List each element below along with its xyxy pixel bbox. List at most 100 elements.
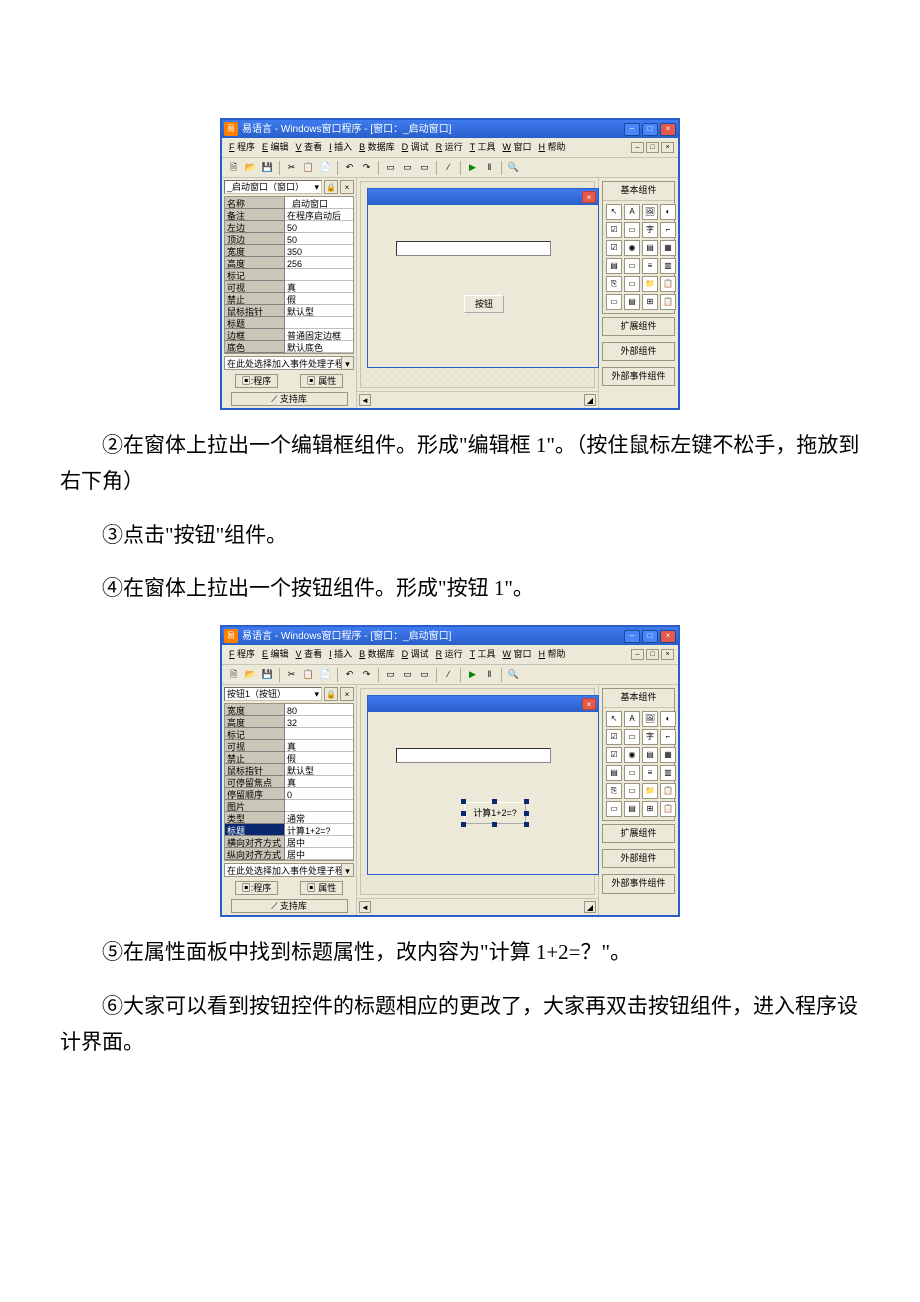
form-designer[interactable]: × 按钮 ◄ ◢ — [357, 178, 598, 408]
palette-item[interactable]: ▦ — [660, 747, 676, 763]
menu-item[interactable]: T 工具 — [467, 140, 499, 155]
design-form-window[interactable]: × 计算1+2=? — [367, 695, 599, 875]
property-row[interactable]: 类型通常 — [225, 812, 353, 824]
form-close-button[interactable]: × — [582, 191, 596, 203]
palette-item[interactable]: A — [624, 204, 640, 220]
program-tab-button[interactable]: ▣:程序 — [235, 374, 279, 388]
palette-item[interactable]: ≡ — [642, 765, 658, 781]
form1-icon[interactable]: ▭ — [383, 667, 398, 682]
close-panel-button[interactable]: × — [340, 687, 354, 701]
property-row[interactable]: 纵向对齐方式居中 — [225, 848, 353, 860]
palette-item[interactable]: ▦ — [660, 240, 676, 256]
pause-icon[interactable]: ‖ — [482, 667, 497, 682]
property-row[interactable]: 顶边50 — [225, 233, 353, 245]
palette-item[interactable]: ⌐ — [660, 222, 676, 238]
menu-item[interactable]: W 窗口 — [500, 647, 535, 662]
palette-item[interactable]: ≡ — [642, 258, 658, 274]
property-row[interactable]: 图片 — [225, 800, 353, 812]
property-value[interactable]: _启动窗口 — [285, 197, 353, 209]
palette-item[interactable]: ◐ — [660, 711, 676, 727]
property-value[interactable] — [285, 317, 353, 329]
palette-item[interactable]: ⎘ — [606, 783, 622, 799]
mdi-minimize-button[interactable]: – — [631, 142, 644, 153]
palette-header-external-events[interactable]: 外部事件组件 — [602, 874, 675, 893]
palette-item[interactable]: ◉ — [624, 747, 640, 763]
event-combo[interactable]: 在此处选择加入事件处理子程 ▾ — [224, 863, 354, 877]
property-value[interactable]: 50 — [285, 221, 353, 233]
copy-icon[interactable]: 📋 — [301, 160, 316, 175]
property-value[interactable]: 普通固定边框 — [285, 329, 353, 341]
find-icon[interactable]: 🔍 — [506, 160, 521, 175]
property-value[interactable]: 真 — [285, 281, 353, 293]
redo-icon[interactable]: ↷ — [359, 667, 374, 682]
menu-item[interactable]: V 查看 — [293, 140, 326, 155]
property-row[interactable]: 禁止假 — [225, 752, 353, 764]
program-tab-button[interactable]: ▣:程序 — [235, 881, 279, 895]
property-row[interactable]: 可视真 — [225, 740, 353, 752]
minimize-button[interactable]: – — [624, 630, 640, 643]
menu-item[interactable]: V 查看 — [293, 647, 326, 662]
menu-item[interactable]: E 编辑 — [259, 647, 292, 662]
close-button[interactable]: × — [660, 630, 676, 643]
lock-button[interactable]: 🔒 — [324, 180, 338, 194]
button1-control[interactable]: 按钮 — [464, 295, 504, 313]
menu-item[interactable]: F 程序 — [226, 140, 258, 155]
menu-item[interactable]: R 运行 — [433, 647, 466, 662]
property-value[interactable]: 通常 — [285, 812, 353, 824]
menu-item[interactable]: R 运行 — [433, 140, 466, 155]
scroll-corner-icon[interactable]: ◢ — [584, 901, 596, 913]
property-value[interactable]: 假 — [285, 752, 353, 764]
new-icon[interactable]: 🗎 — [226, 667, 241, 682]
palette-header-external[interactable]: 外部组件 — [602, 849, 675, 868]
new-icon[interactable]: 🗎 — [226, 160, 241, 175]
property-value[interactable]: 默认型 — [285, 764, 353, 776]
palette-item[interactable]: ⊞ — [642, 801, 658, 817]
menu-item[interactable]: B 数据库 — [356, 647, 398, 662]
palette-item[interactable]: ⌐ — [660, 729, 676, 745]
form-close-button[interactable]: × — [582, 698, 596, 710]
palette-item[interactable]: ▭ — [624, 222, 640, 238]
property-row[interactable]: 高度256 — [225, 257, 353, 269]
property-value[interactable]: 真 — [285, 776, 353, 788]
property-value[interactable] — [285, 269, 353, 281]
property-row[interactable]: 横向对齐方式居中 — [225, 836, 353, 848]
property-row[interactable]: 左边50 — [225, 221, 353, 233]
form3-icon[interactable]: ▭ — [417, 667, 432, 682]
property-value[interactable]: 默认底色 — [285, 341, 353, 353]
palette-item[interactable]: ▤ — [642, 240, 658, 256]
palette-item[interactable]: ▭ — [624, 765, 640, 781]
palette-item[interactable]: ▤ — [606, 258, 622, 274]
palette-item[interactable]: ⎘ — [606, 276, 622, 292]
palette-item[interactable]: ☑ — [606, 222, 622, 238]
minimize-button[interactable]: – — [624, 123, 640, 136]
property-row[interactable]: 底色默认底色 — [225, 341, 353, 353]
menu-item[interactable]: B 数据库 — [356, 140, 398, 155]
mdi-minimize-button[interactable]: – — [631, 649, 644, 660]
property-row[interactable]: 禁止假 — [225, 293, 353, 305]
property-value[interactable]: 计算1+2=? — [285, 824, 353, 836]
scroll-left-icon[interactable]: ◄ — [359, 394, 371, 406]
property-grid[interactable]: 名称_启动窗口备注在程序启动后左边50顶边50宽度350高度256标记可视真禁止… — [224, 196, 354, 354]
property-grid[interactable]: 宽度80高度32标记可视真禁止假鼠标指针默认型可停留焦点真停留顺序0图片类型通常… — [224, 703, 354, 861]
palette-item[interactable]: ⊞ — [642, 294, 658, 310]
property-row[interactable]: 鼠标指针默认型 — [225, 764, 353, 776]
property-value[interactable]: 假 — [285, 293, 353, 305]
palette-item[interactable]: ▭ — [606, 294, 622, 310]
close-panel-button[interactable]: × — [340, 180, 354, 194]
property-row[interactable]: 名称_启动窗口 — [225, 197, 353, 209]
property-value[interactable]: 350 — [285, 245, 353, 257]
palette-item[interactable]: ▥ — [660, 765, 676, 781]
palette-item[interactable]: A — [624, 711, 640, 727]
palette-item[interactable]: ▥ — [660, 258, 676, 274]
paste-icon[interactable]: 📄 — [318, 667, 333, 682]
menu-items[interactable]: F 程序E 编辑V 查看I 插入B 数据库D 调试R 运行T 工具W 窗口H 帮… — [226, 140, 569, 155]
support-library-button[interactable]: ⟋ 支持库 — [231, 392, 348, 406]
palette-item[interactable]: 📁 — [642, 783, 658, 799]
property-row[interactable]: 边框普通固定边框 — [225, 329, 353, 341]
copy-icon[interactable]: 📋 — [301, 667, 316, 682]
form2-icon[interactable]: ▭ — [400, 160, 415, 175]
object-combo[interactable]: 按钮1（按钮）▾ — [224, 687, 322, 701]
mdi-restore-button[interactable]: □ — [646, 649, 659, 660]
menu-item[interactable]: D 调试 — [399, 647, 432, 662]
support-library-button[interactable]: ⟋ 支持库 — [231, 899, 348, 913]
